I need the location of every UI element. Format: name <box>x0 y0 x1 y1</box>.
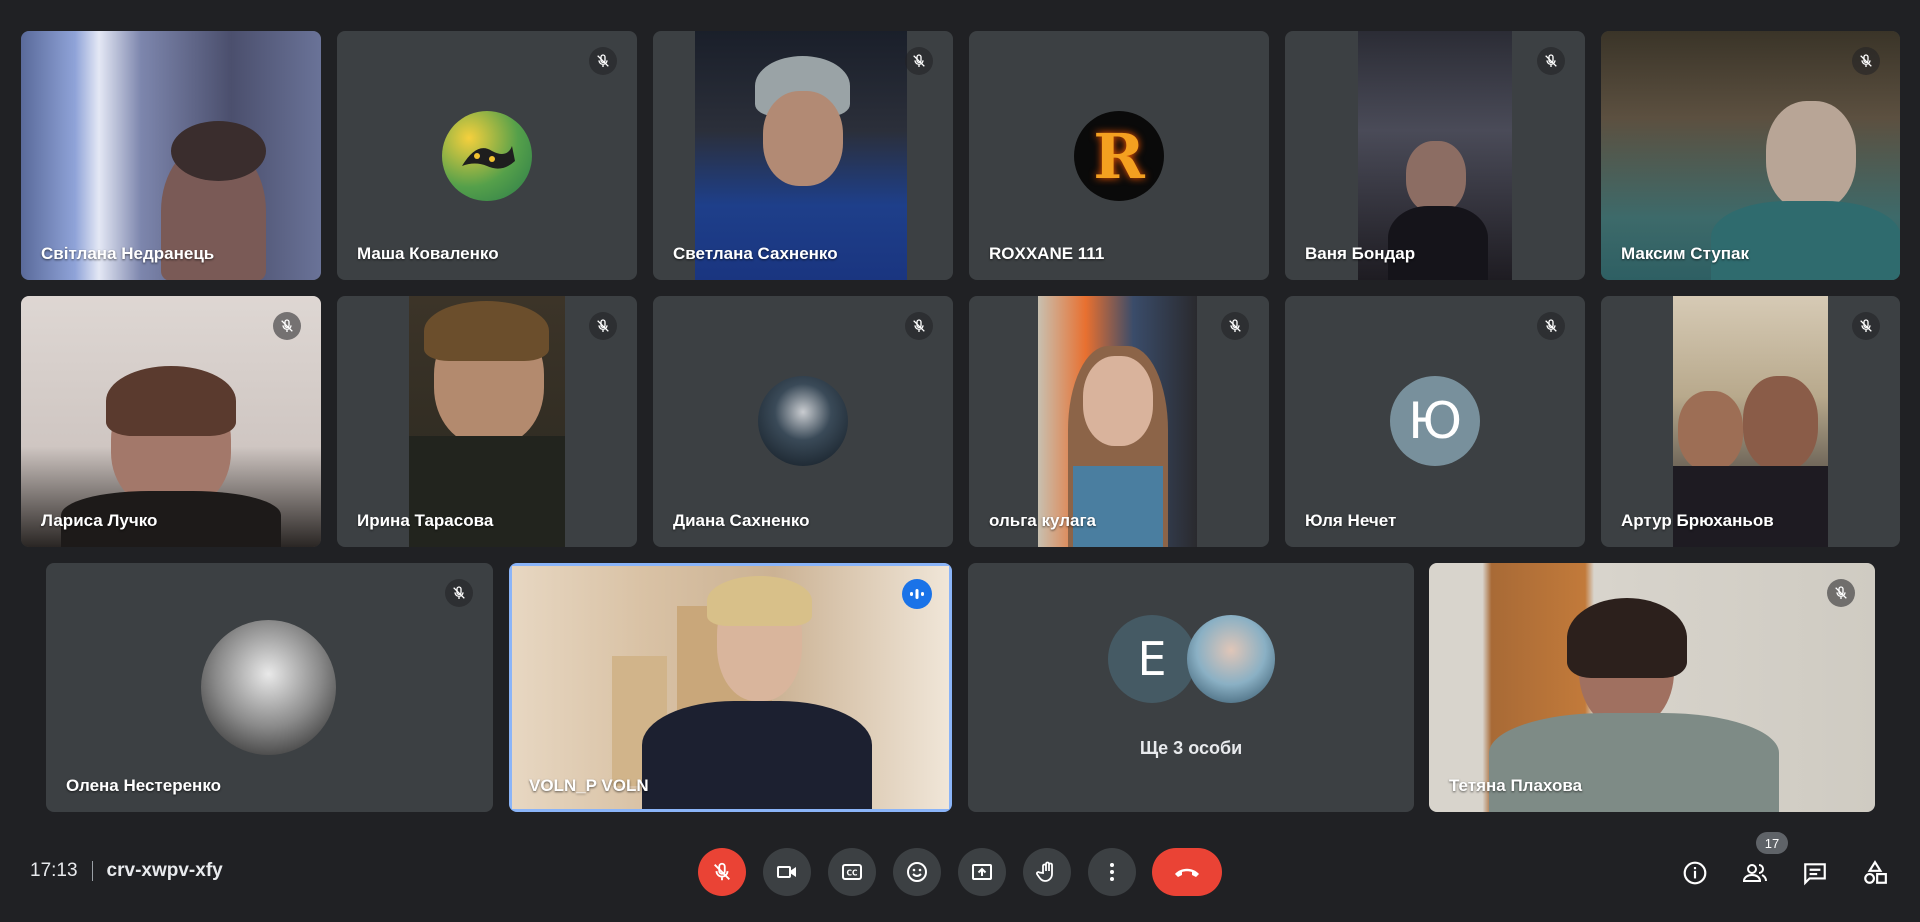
participant-tile[interactable]: Маша Коваленко <box>337 31 637 280</box>
mic-off-icon <box>1221 312 1249 340</box>
more-participants-label: Ще 3 особи <box>1139 738 1243 758</box>
participant-video <box>1673 296 1828 547</box>
participant-name: Артур Брюханьов <box>1621 511 1774 530</box>
leave-call-button[interactable] <box>1152 848 1222 896</box>
participant-name: Олена Нестеренко <box>66 776 221 795</box>
participant-name: Максим Ступак <box>1621 244 1750 263</box>
mic-off-icon <box>589 47 617 75</box>
people-button[interactable] <box>1737 855 1773 891</box>
emoji-icon <box>907 862 927 882</box>
participant-name: ROXXANE 111 <box>989 244 1105 263</box>
hangup-icon <box>1175 868 1199 877</box>
participant-tile[interactable]: ольга кулага <box>969 296 1269 547</box>
avatar-letter: E <box>1137 632 1167 686</box>
meeting-details-button[interactable] <box>1677 855 1713 891</box>
participant-tile[interactable]: Тетяна Плахова <box>1429 563 1875 812</box>
info-icon <box>1683 861 1707 885</box>
participant-name: Ирина Тарасова <box>357 511 494 530</box>
activities-button[interactable] <box>1857 855 1893 891</box>
mic-off-icon <box>905 47 933 75</box>
participant-video <box>1429 563 1875 812</box>
divider <box>91 861 93 881</box>
captions-icon: CC <box>842 864 862 880</box>
participant-name: Лариса Лучко <box>41 511 158 530</box>
participant-tile[interactable]: Ирина Тарасова <box>337 296 637 547</box>
meeting-code: crv-xwpv-xfy <box>106 860 223 881</box>
camera-icon <box>777 866 796 878</box>
participant-avatar: E <box>1108 615 1196 703</box>
raise-hand-button[interactable] <box>1023 848 1071 896</box>
camera-toggle-button[interactable] <box>763 848 811 896</box>
participant-tile[interactable]: Максим Ступак <box>1601 31 1900 280</box>
avatar-letter: Ю <box>1408 392 1462 450</box>
participant-name: Светлана Сахненко <box>673 244 838 263</box>
participant-avatar <box>758 376 848 466</box>
more-options-button[interactable] <box>1088 848 1136 896</box>
svg-text:CC: CC <box>846 869 858 878</box>
speaking-indicator-icon <box>902 579 932 609</box>
mic-off-icon <box>905 312 933 340</box>
participant-avatar <box>442 111 532 201</box>
captions-button[interactable]: CC <box>828 848 876 896</box>
participant-name: Світлана Недранець <box>41 244 215 263</box>
participant-video <box>695 31 907 280</box>
mic-off-icon <box>1537 47 1565 75</box>
chat-button[interactable] <box>1797 855 1833 891</box>
mic-off-icon <box>1537 312 1565 340</box>
mic-off-icon <box>1852 312 1880 340</box>
participant-tile[interactable]: Олена Нестеренко <box>46 563 493 812</box>
participant-avatar: Ю <box>1390 376 1480 466</box>
mic-off-icon <box>273 312 301 340</box>
present-button[interactable] <box>958 848 1006 896</box>
participant-name: Тетяна Плахова <box>1449 776 1583 795</box>
mic-off-icon <box>714 862 730 881</box>
avatar-letter: R <box>1093 119 1145 193</box>
participant-video <box>409 296 565 547</box>
participant-name: ольга кулага <box>989 511 1096 530</box>
participant-video <box>1038 296 1197 547</box>
participant-tile[interactable]: Ваня Бондар <box>1285 31 1585 280</box>
participant-avatar: R <box>1074 111 1164 201</box>
meeting-info: 17:13 crv-xwpv-xfy <box>30 860 223 882</box>
participant-count-badge: 17 <box>1756 832 1788 854</box>
mic-off-icon <box>445 579 473 607</box>
more-options-icon <box>1110 863 1114 881</box>
mic-toggle-button[interactable] <box>698 848 746 896</box>
participant-tile[interactable]: Диана Сахненко <box>653 296 953 547</box>
chat-icon <box>1804 863 1826 886</box>
participant-name: VOLN_P VOLN <box>529 776 649 795</box>
lizard-icon <box>462 146 515 169</box>
participant-tile[interactable]: R ROXXANE 111 <box>969 31 1269 280</box>
participant-name: Маша Коваленко <box>357 244 499 263</box>
mic-off-icon <box>1852 47 1880 75</box>
participant-tile[interactable]: Артур Брюханьов <box>1601 296 1900 547</box>
participant-name: Юля Нечет <box>1305 511 1397 530</box>
participant-avatar <box>201 620 336 755</box>
present-icon <box>972 864 992 880</box>
participant-video <box>512 566 949 809</box>
participant-name: Диана Сахненко <box>673 511 810 530</box>
participant-tile[interactable]: Светлана Сахненко <box>653 31 953 280</box>
participant-tile[interactable]: Лариса Лучко <box>21 296 321 547</box>
mic-off-icon <box>589 312 617 340</box>
participant-video <box>21 31 321 280</box>
participant-tile-active-speaker[interactable]: VOLN_P VOLN <box>509 563 952 812</box>
meeting-time: 17:13 <box>30 860 78 881</box>
activities-icon <box>1864 860 1887 884</box>
raise-hand-icon <box>1036 861 1053 882</box>
reactions-button[interactable] <box>893 848 941 896</box>
participant-tile[interactable]: Ю Юля Нечет <box>1285 296 1585 547</box>
more-participants-tile[interactable]: E Ще 3 особи <box>968 563 1414 812</box>
participant-tile[interactable]: Світлана Недранець <box>21 31 321 280</box>
people-icon <box>1742 864 1767 882</box>
participant-name: Ваня Бондар <box>1305 244 1416 263</box>
participant-video <box>1358 31 1512 280</box>
mic-off-icon <box>1827 579 1855 607</box>
participant-avatar <box>1187 615 1275 703</box>
